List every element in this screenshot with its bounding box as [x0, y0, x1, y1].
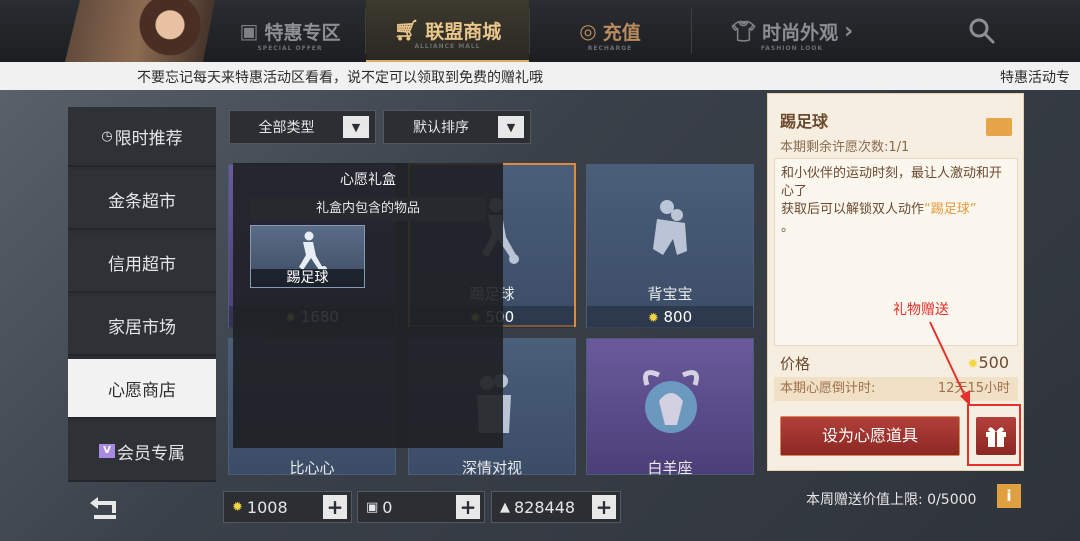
clock-icon: ◷	[101, 128, 113, 144]
info-button[interactable]: i	[997, 484, 1021, 508]
character-portrait	[65, 0, 215, 62]
gift-button-highlight-box	[967, 404, 1021, 466]
back-arrow-icon[interactable]	[88, 495, 122, 521]
sidebar-item-gold-market[interactable]: 金条超市	[68, 170, 216, 230]
shirt-icon: 👕︎	[730, 19, 757, 43]
chevron-down-icon: ▼	[343, 116, 369, 138]
add-ticket-button[interactable]: +	[456, 495, 480, 519]
gold-currency: ✹ 1008 +	[223, 491, 352, 523]
gold-coin-icon: ✹	[232, 499, 243, 515]
tab-alliance-mall-label: 联盟商城	[425, 20, 502, 43]
annotation-arrow	[929, 321, 970, 406]
ticket-icon: ▣	[366, 499, 379, 515]
description-tail: 。	[781, 220, 795, 235]
product-card-piggyback[interactable]: 背宝宝 ✹ 800	[586, 164, 754, 328]
detail-title: 踢足球	[780, 112, 829, 131]
product-name: 深情对视	[461, 459, 522, 477]
description-highlight: “踢足球”	[924, 202, 977, 217]
price-label: ✹ 800	[587, 306, 753, 328]
sidebar-item-vip[interactable]: V 会员专属	[68, 422, 216, 482]
sidebar-item-limited-time[interactable]: ◷ 限时推荐	[68, 107, 216, 167]
sidebar-item-label: 会员专属	[117, 443, 185, 464]
gift-annotation-label: 礼物赠送	[893, 302, 949, 318]
ticket-icon	[986, 118, 1012, 136]
top-navigation-bar: ▣ 特惠专区 SPECIAL OFFER 🛒︎ 联盟商城 ALLIANCE MA…	[0, 0, 1080, 62]
coin-icon: ◎	[579, 19, 597, 43]
tab-recharge-sub: RECHARGE	[587, 45, 633, 52]
tab-fashion-look-sub: FASHION LOOK	[760, 45, 824, 52]
tab-special-offer-sub: SPECIAL OFFER	[257, 45, 323, 52]
sort-label: 默认排序	[413, 120, 469, 136]
wish-gift-box-popup: 心愿礼盒 礼盒内包含的物品 踢足球	[233, 163, 503, 448]
sort-dropdown[interactable]: 默认排序 ▼	[383, 110, 531, 144]
tab-fashion-look[interactable]: 👕︎ 时尚外观 › FASHION LOOK	[692, 0, 892, 62]
gold-coin-icon: ✹	[647, 311, 659, 326]
sidebar-item-label: 信用超市	[108, 254, 176, 275]
kick-football-figure-icon	[299, 231, 327, 272]
sidebar-item-label: 家居市场	[108, 317, 176, 338]
popup-item-kick-football[interactable]: 踢足球	[250, 225, 365, 288]
ticket-amount: 0	[382, 497, 393, 517]
product-name: 背宝宝	[647, 285, 693, 303]
tab-special-offer-label: 特惠专区	[264, 21, 341, 44]
alliance-coin-amount: 828448	[514, 497, 576, 517]
popup-subtitle: 礼盒内包含的物品	[250, 197, 486, 221]
piggyback-figure-icon	[653, 200, 687, 255]
product-name: 白羊座	[647, 459, 693, 477]
tab-alliance-mall-sub: ALLIANCE MALL	[414, 43, 481, 50]
gift-bag-icon: ▣	[239, 19, 259, 43]
countdown-label: 本期心愿倒计时:	[780, 381, 876, 396]
add-gold-button[interactable]: +	[323, 495, 347, 519]
wish-count-text: 本期剩余许愿次数:1/1	[780, 140, 910, 155]
chevron-down-icon: ▼	[498, 116, 524, 138]
tab-recharge-label: 充值	[602, 21, 641, 44]
sidebar-item-home-market[interactable]: 家居市场	[68, 296, 216, 356]
tab-fashion-look-label: 时尚外观	[762, 21, 839, 44]
weekly-gift-limit: 本周赠送价值上限: 0/5000	[806, 492, 977, 508]
price-label: 价格	[780, 355, 811, 373]
aries-icon	[643, 370, 699, 433]
alliance-coin-icon: ▲	[500, 499, 510, 515]
product-card-aries[interactable]: 白羊座	[586, 338, 754, 477]
sidebar-item-wish-shop[interactable]: 心愿商店	[68, 359, 216, 419]
description-line: 获取后可以解锁双人动作	[781, 202, 925, 217]
alliance-coin-currency: ▲ 828448 +	[491, 491, 621, 523]
description-line: 和小伙伴的运动时刻，最让人激动和开心了	[781, 166, 1003, 199]
chevron-right-icon: ›	[844, 18, 854, 44]
ticket-currency: ▣ 0 +	[357, 491, 485, 523]
sidebar-item-label: 心愿商店	[108, 380, 176, 401]
add-alliance-coin-button[interactable]: +	[592, 495, 616, 519]
item-detail-panel: 踢足球 本期剩余许愿次数:1/1 和小伙伴的运动时刻，最让人激动和开心了 获取后…	[767, 93, 1024, 471]
shopping-cart-icon: 🛒︎	[393, 18, 420, 42]
gold-amount: 1008	[246, 497, 288, 517]
tab-alliance-mall[interactable]: 🛒︎ 联盟商城 ALLIANCE MALL	[366, 0, 529, 62]
type-filter-label: 全部类型	[258, 120, 315, 136]
tab-special-offer[interactable]: ▣ 特惠专区 SPECIAL OFFER	[215, 0, 365, 62]
wish-countdown: 本期心愿倒计时: 12天15小时	[774, 377, 1018, 401]
type-filter-dropdown[interactable]: 全部类型 ▼	[229, 110, 376, 144]
product-name: 比心心	[289, 459, 335, 477]
vip-icon: V	[99, 444, 115, 458]
popup-item-label: 踢足球	[251, 269, 364, 287]
announcement-link[interactable]: 特惠活动专	[1000, 67, 1070, 87]
tab-recharge[interactable]: ◎ 充值 RECHARGE	[530, 0, 690, 62]
sidebar-item-credit-market[interactable]: 信用超市	[68, 233, 216, 293]
search-icon[interactable]	[965, 14, 999, 48]
set-wish-item-button[interactable]: 设为心愿道具	[780, 416, 960, 456]
category-sidebar: ◷ 限时推荐 金条超市 信用超市 家居市场 心愿商店 V 会员专属	[68, 107, 216, 482]
popup-title: 心愿礼盒	[340, 172, 396, 188]
sidebar-item-label: 金条超市	[108, 191, 176, 212]
announcement-bar: 不要忘记每天来特惠活动区看看，说不定可以领取到免费的赠礼哦 特惠活动专	[0, 62, 1080, 90]
announcement-text: 不要忘记每天来特惠活动区看看，说不定可以领取到免费的赠礼哦	[137, 70, 543, 86]
sidebar-item-label: 限时推荐	[114, 128, 183, 149]
